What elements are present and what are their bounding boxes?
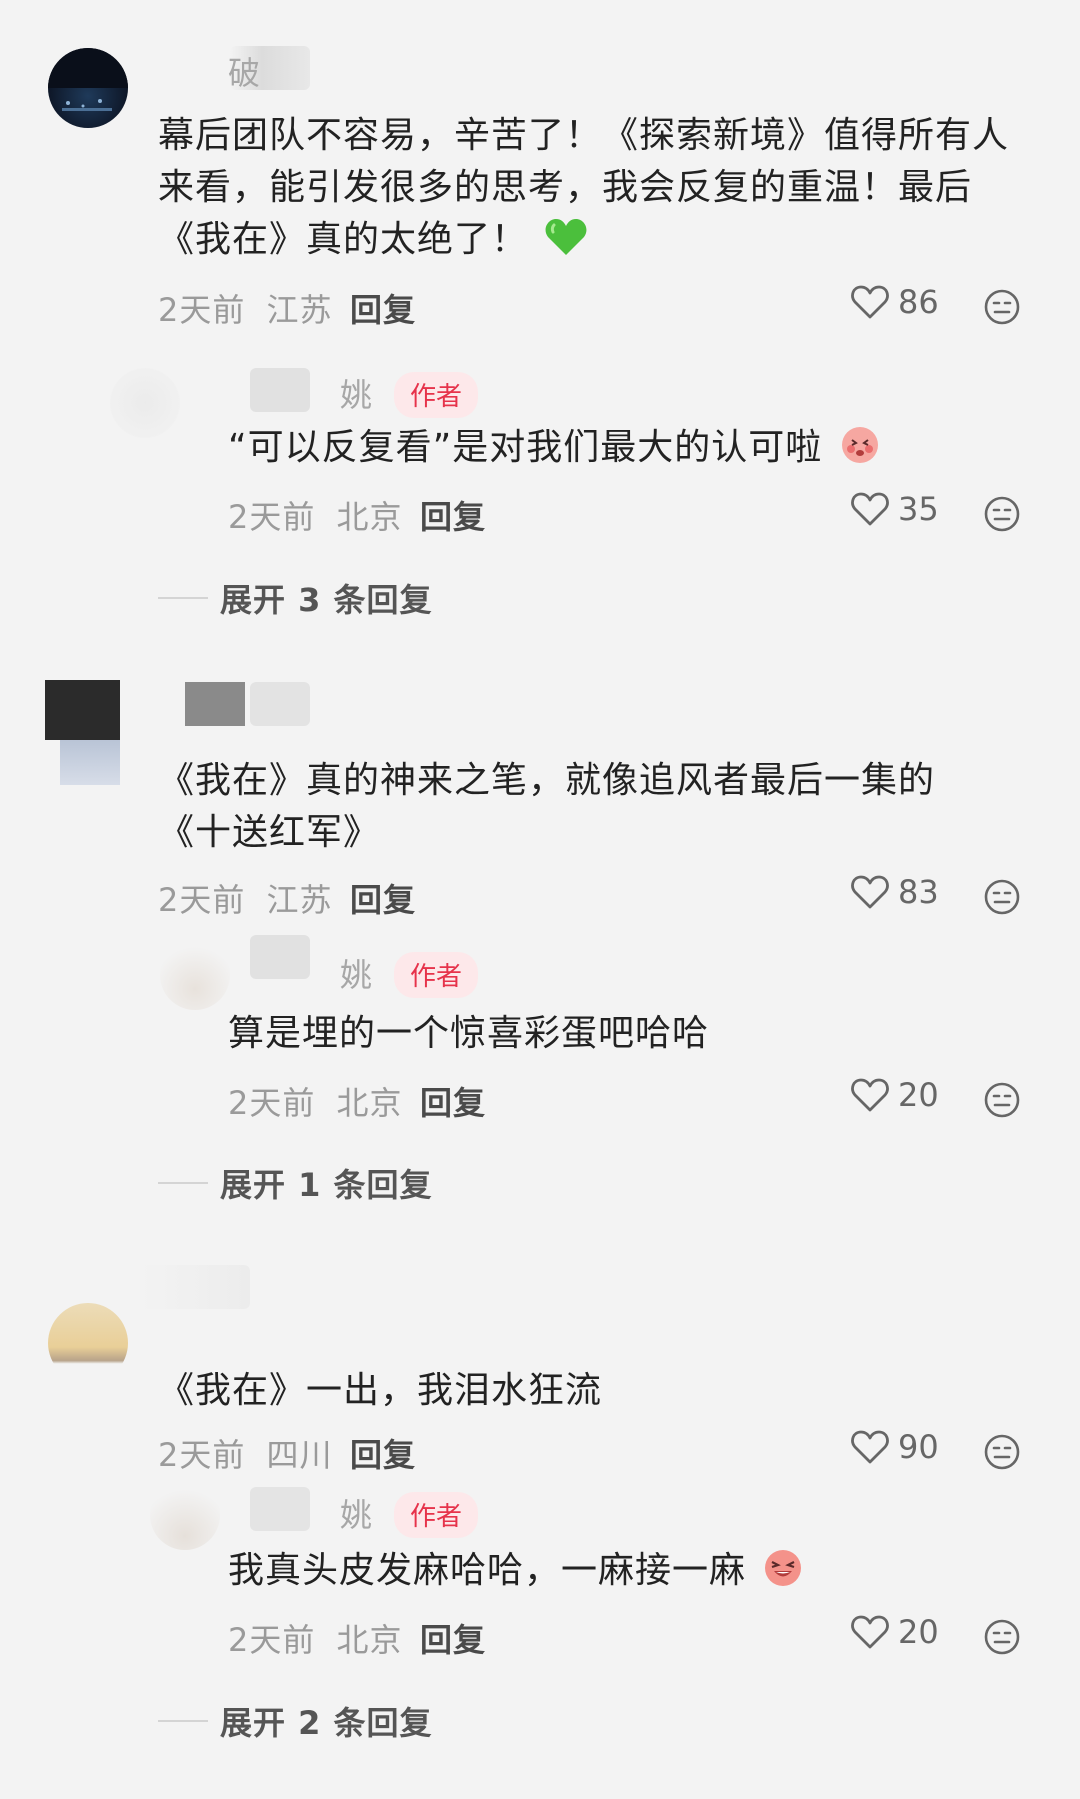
comment-text: 《我在》真的神来之笔，就像追风者最后一集的《十送红军》: [158, 760, 936, 853]
avatar-image-icon: [48, 48, 128, 111]
green-heart-icon: [544, 217, 588, 272]
timestamp: 2天前: [228, 498, 316, 536]
like-button[interactable]: 20: [850, 1076, 939, 1114]
laughing-face-icon: [762, 1546, 804, 1603]
expand-replies-button[interactable]: 展开 1 条回复: [158, 1160, 433, 1206]
like-count: 20: [898, 1076, 939, 1114]
location: 北京: [336, 1621, 403, 1659]
reply-username[interactable]: 姚: [340, 950, 373, 996]
emoji-reaction-icon[interactable]: [983, 1081, 1021, 1119]
timestamp: 2天前: [158, 1436, 246, 1474]
location: 江苏: [266, 291, 333, 329]
timestamp: 2天前: [158, 291, 246, 329]
like-button[interactable]: 90: [850, 1428, 939, 1466]
username-blur: [140, 1265, 250, 1309]
location: 四川: [266, 1436, 333, 1474]
reply-avatar[interactable]: [150, 1480, 220, 1550]
reply-button[interactable]: 回复: [350, 285, 416, 331]
emoji-reaction-icon[interactable]: [983, 495, 1021, 533]
author-badge: 作者: [394, 372, 479, 418]
emoji-reaction-icon[interactable]: [983, 1618, 1021, 1656]
like-button[interactable]: 86: [850, 283, 939, 321]
like-button[interactable]: 20: [850, 1613, 939, 1651]
reply-text: 算是埋的一个惊喜彩蛋吧哈哈: [228, 1013, 710, 1054]
expand-replies-button[interactable]: 展开 3 条回复: [158, 575, 433, 621]
like-count: 86: [898, 283, 939, 321]
reply-button[interactable]: 回复: [350, 1430, 416, 1476]
like-button[interactable]: 83: [850, 873, 939, 911]
reply-text: “可以反复看”是对我们最大的认可啦: [228, 422, 1028, 480]
heart-outline-icon: [851, 285, 889, 319]
username[interactable]: 破: [228, 48, 261, 94]
username-blur: [250, 1487, 310, 1531]
location: 江苏: [266, 881, 333, 919]
location: 北京: [336, 1084, 403, 1122]
reply-button[interactable]: 回复: [420, 1078, 486, 1124]
like-count: 90: [898, 1428, 939, 1466]
heart-outline-icon: [851, 1615, 889, 1649]
emoji-reaction-icon[interactable]: [983, 878, 1021, 916]
reply-avatar[interactable]: [160, 940, 230, 1010]
emoji-reaction-icon[interactable]: [983, 1433, 1021, 1471]
comment-meta: 2天前 江苏: [158, 285, 333, 331]
divider-line: [158, 1720, 208, 1722]
username-blur: [250, 368, 310, 412]
reply-username[interactable]: 姚: [340, 1490, 373, 1536]
author-badge: 作者: [394, 1492, 479, 1538]
username-blur: [185, 682, 245, 726]
like-count: 20: [898, 1613, 939, 1651]
reply-text: 我真头皮发麻哈哈，一麻接一麻: [228, 1545, 1028, 1603]
author-badge: 作者: [394, 952, 479, 998]
reply-button[interactable]: 回复: [420, 1615, 486, 1661]
heart-outline-icon: [851, 492, 889, 526]
like-button[interactable]: 35: [850, 490, 939, 528]
emoji-reaction-icon[interactable]: [983, 288, 1021, 326]
like-count: 83: [898, 873, 939, 911]
divider-line: [158, 1182, 208, 1184]
timestamp: 2天前: [158, 881, 246, 919]
location: 北京: [336, 498, 403, 536]
avatar[interactable]: [48, 48, 128, 128]
heart-outline-icon: [851, 1078, 889, 1112]
comment-text: 幕后团队不容易，辛苦了！《探索新境》值得所有人来看，能引发很多的思考，我会反复的…: [158, 110, 1028, 272]
timestamp: 2天前: [228, 1084, 316, 1122]
comment-text: 《我在》一出，我泪水狂流: [158, 1370, 603, 1411]
comment-meta: 2天前 四川: [158, 1430, 333, 1476]
expand-replies-button[interactable]: 展开 2 条回复: [158, 1698, 433, 1744]
blushing-face-icon: [839, 423, 881, 480]
reply-meta: 2天前 北京: [228, 492, 403, 538]
avatar[interactable]: [45, 680, 120, 740]
reply-button[interactable]: 回复: [420, 492, 486, 538]
comment-meta: 2天前 江苏: [158, 875, 333, 921]
reply-username[interactable]: 姚: [340, 370, 373, 416]
like-count: 35: [898, 490, 939, 528]
reply-meta: 2天前 北京: [228, 1078, 403, 1124]
reply-avatar[interactable]: [110, 368, 180, 438]
avatar-lower: [60, 740, 120, 785]
divider-line: [158, 597, 208, 599]
username-blur: [250, 682, 310, 726]
heart-outline-icon: [851, 875, 889, 909]
reply-meta: 2天前 北京: [228, 1615, 403, 1661]
reply-button[interactable]: 回复: [350, 875, 416, 921]
timestamp: 2天前: [228, 1621, 316, 1659]
username-blur: [250, 935, 310, 979]
avatar[interactable]: [48, 1303, 128, 1383]
heart-outline-icon: [851, 1430, 889, 1464]
